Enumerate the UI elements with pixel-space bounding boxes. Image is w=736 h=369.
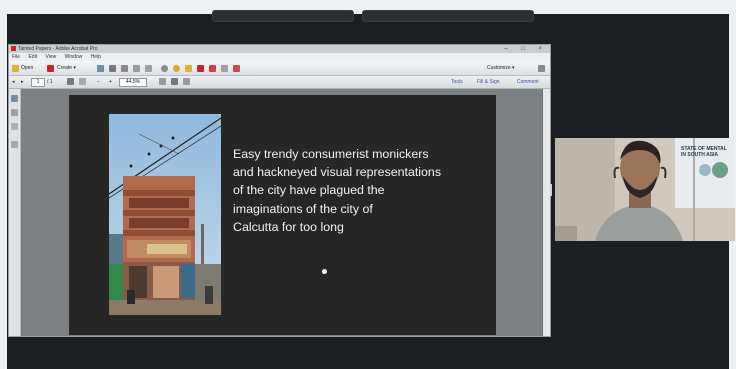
menu-bar: File Edit View Window Help: [9, 53, 550, 61]
pages-thumbnail-icon[interactable]: [11, 95, 18, 102]
menu-view[interactable]: View: [45, 54, 56, 60]
menu-window[interactable]: Window: [65, 54, 83, 60]
acrobat-window: Tainted Papers - Adobe Acrobat Pro – □ ×…: [8, 44, 551, 337]
building-photo: [109, 114, 221, 315]
menu-file[interactable]: File: [12, 54, 20, 60]
settings-icon[interactable]: [161, 65, 168, 72]
share-icon[interactable]: [221, 65, 228, 72]
menu-help[interactable]: Help: [91, 54, 101, 60]
acrobat-app-icon: [11, 46, 16, 51]
page-total: / 1: [47, 79, 53, 85]
main-toolbar: Open Create ▾ Customize ▾: [9, 61, 550, 76]
layers-icon[interactable]: [11, 141, 18, 148]
attachments-icon[interactable]: [11, 123, 18, 130]
attach-icon[interactable]: [233, 65, 240, 72]
page-number-input[interactable]: 1: [31, 78, 45, 87]
page-display-icon[interactable]: [183, 78, 190, 85]
cloud-icon[interactable]: [109, 65, 116, 72]
zoom-input[interactable]: 44.5%: [119, 78, 147, 87]
save-icon[interactable]: [97, 65, 104, 72]
meeting-screen: Tainted Papers - Adobe Acrobat Pro – □ ×…: [0, 0, 736, 369]
vertical-scrollbar[interactable]: [543, 89, 550, 336]
fill-sign-pane-link[interactable]: Fill & Sign: [477, 78, 500, 86]
mouse-cursor: [322, 269, 327, 274]
edit-icon[interactable]: [133, 65, 140, 72]
print-icon[interactable]: [121, 65, 128, 72]
create-button[interactable]: Create ▾: [57, 64, 76, 72]
tools-pane-link[interactable]: Tools: [451, 78, 463, 86]
acrobat-titlebar: Tainted Papers - Adobe Acrobat Pro – □ ×: [9, 45, 550, 53]
navigation-toolbar: ◂ ▸ 1 / 1 − + 44.5% Tools Fill & Sign Co…: [9, 76, 550, 89]
top-control-pill-right[interactable]: [362, 10, 534, 22]
navigation-pane: [9, 89, 21, 336]
comment-pane-link[interactable]: Comment: [517, 78, 539, 86]
select-tool-icon[interactable]: [67, 78, 74, 85]
window-buttons[interactable]: – □ ×: [504, 45, 548, 53]
next-page-icon[interactable]: ▸: [21, 78, 24, 86]
presentation-slide: Easy trendy consumerist monickers and ha…: [69, 95, 496, 335]
stamp-icon[interactable]: [209, 65, 216, 72]
create-pdf-icon[interactable]: [47, 65, 54, 72]
slide-text: Easy trendy consumerist monickers and ha…: [233, 147, 442, 234]
prev-page-icon[interactable]: ◂: [12, 78, 15, 86]
comment-icon[interactable]: [173, 65, 180, 72]
backdrop-text: STATE OF MENTAL IN SOUTH ASIA: [681, 146, 727, 158]
expand-icon[interactable]: [538, 65, 545, 72]
bookmarks-icon[interactable]: [11, 109, 18, 116]
open-button[interactable]: Open: [21, 64, 33, 72]
menu-edit[interactable]: Edit: [28, 54, 37, 60]
window-title: Tainted Papers - Adobe Acrobat Pro: [18, 46, 98, 52]
hand-tool-icon[interactable]: [79, 78, 86, 85]
split-resizer-handle[interactable]: [550, 184, 552, 196]
customize-button[interactable]: Customize ▾: [487, 64, 515, 72]
email-icon[interactable]: [145, 65, 152, 72]
backdrop-text-line-2: IN SOUTH ASIA: [681, 152, 719, 158]
fit-page-icon[interactable]: [159, 78, 166, 85]
top-control-pill-left[interactable]: [212, 10, 354, 22]
zoom-out-icon[interactable]: −: [97, 78, 100, 86]
sign-icon[interactable]: [197, 65, 204, 72]
fit-width-icon[interactable]: [171, 78, 178, 85]
open-folder-icon[interactable]: [12, 65, 19, 72]
highlight-icon[interactable]: [185, 65, 192, 72]
zoom-in-icon[interactable]: +: [109, 78, 112, 86]
webcam-video: STATE OF MENTAL IN SOUTH ASIA: [555, 138, 735, 241]
